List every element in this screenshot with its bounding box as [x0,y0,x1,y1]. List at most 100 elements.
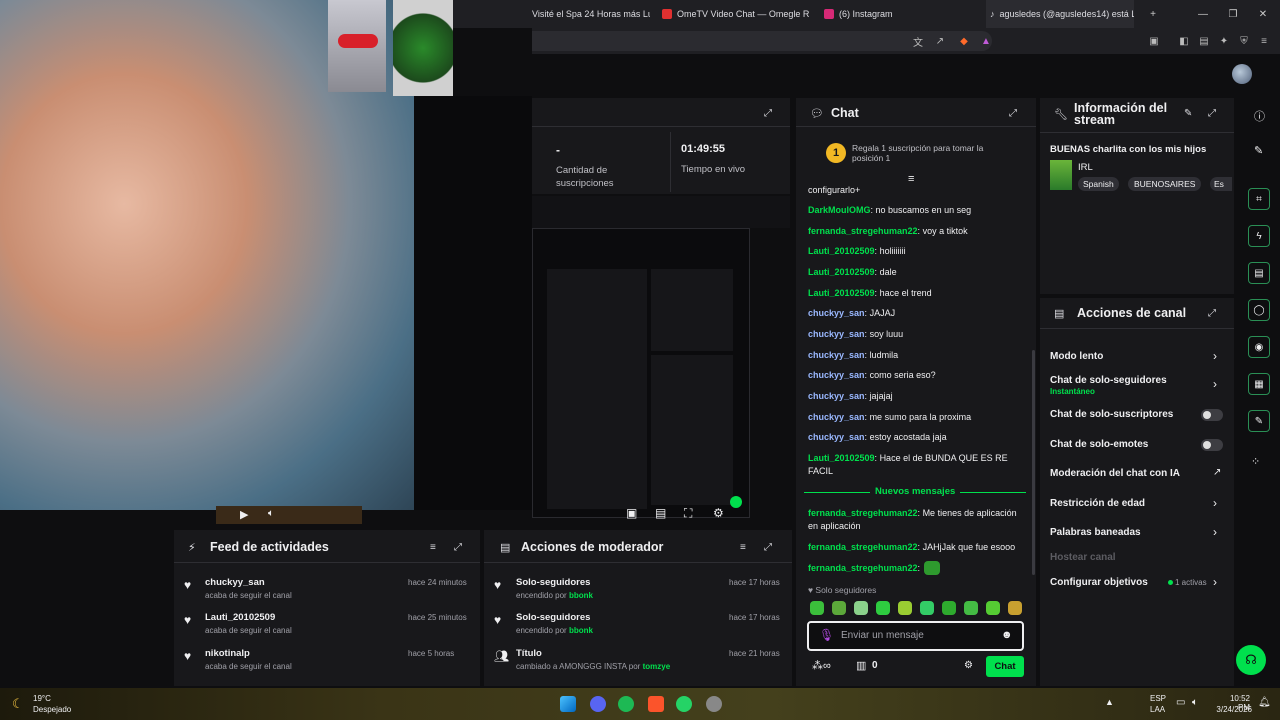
new-tab-button[interactable]: + [1138,0,1168,28]
close-window-button[interactable]: ✕ [1248,0,1278,28]
emote-icon[interactable] [986,601,1000,615]
microphone-icon[interactable]: 🎙︎ [819,628,834,642]
browser-tab-1[interactable]: Visité el Spa 24 Horas más Lujos [532,0,650,28]
emote-icon[interactable] [964,601,978,615]
channel-action-3[interactable]: Chat de solo-emotes [1050,439,1148,450]
rail-bolt-icon[interactable]: ϟ [1248,225,1270,247]
network-icon[interactable]: ▭ [1176,697,1185,708]
volume-icon[interactable]: 🔈︎ [268,508,274,519]
toggle-switch[interactable] [1201,439,1223,451]
rail-chat-icon[interactable]: ◯ [1248,299,1270,321]
emote-icon[interactable] [920,601,934,615]
popout-icon[interactable]: ⤢ [1208,308,1220,320]
browser-tab-instagram[interactable]: (6) Instagram [824,0,964,28]
volume-icon[interactable]: 🔈︎ [1192,697,1198,708]
windows-start-icon[interactable] [560,696,576,712]
channel-action-6[interactable]: Palabras baneadas [1050,527,1141,538]
wallet-icon[interactable]: ▤ [1196,33,1212,49]
weather-desc[interactable]: Despejado [33,705,71,714]
popout-icon[interactable]: ⤢ [764,542,776,554]
tag-chip[interactable]: Spanish [1078,177,1119,191]
feed-user[interactable]: Lauti_20102509 [205,612,275,623]
rail-layout-icon[interactable]: ▦ [1248,373,1270,395]
clip-icon[interactable]: ▤ [655,506,666,520]
browser-tab-active[interactable]: ♪ agusledes (@agusledes14) está LIVE [986,0,1134,28]
settings-icon[interactable]: ⚙ [713,506,724,520]
sidebar-toggle-icon[interactable]: ◧ [1176,33,1192,49]
feed-user[interactable]: nikotinalp [205,648,250,659]
emote-icon[interactable] [854,601,868,615]
emote-icon[interactable] [898,601,912,615]
channel-action-4[interactable]: Moderación del chat con IA [1050,468,1180,479]
reader-icon[interactable]: ▣ [1146,33,1162,49]
app-icon[interactable] [706,696,722,712]
emoji-icon[interactable]: ☻ [1001,629,1013,641]
emote-icon[interactable] [876,601,890,615]
share-icon[interactable]: ↗ [932,33,948,49]
rewards-icon[interactable]: ▲ [978,33,994,49]
brave-icon[interactable] [648,696,664,712]
info-icon[interactable]: ⓘ [1254,108,1265,124]
chat-scrollbar[interactable] [1032,350,1035,575]
edit-icon[interactable]: ✎ [1184,108,1196,120]
popout-icon[interactable]: ⤢ [764,108,776,120]
fullscreen-icon[interactable]: ⛶ [684,506,692,521]
category-thumbnail[interactable] [1050,160,1072,190]
rail-scan-icon[interactable]: ⌗ [1248,188,1270,210]
tag-chip[interactable]: BUENOSAIRES [1128,177,1202,191]
send-chat-button[interactable]: Chat [986,656,1024,677]
emote-icon[interactable] [942,601,956,615]
external-link-icon[interactable]: ↗ [1213,467,1221,478]
rail-wrench-icon[interactable]: ✎ [1248,410,1270,432]
tray-chevron-icon[interactable]: ▲ [1105,697,1114,707]
screenshot-icon[interactable]: ▣ [626,506,637,520]
play-icon[interactable]: ▶ [240,508,248,521]
chevron-right-icon[interactable]: › [1213,525,1217,539]
discord-icon[interactable] [590,696,606,712]
popout-icon[interactable]: ⤢ [454,542,466,554]
popout-icon[interactable]: ⤢ [1009,108,1021,120]
filter-icon[interactable]: ≡ [430,542,442,554]
rail-broadcast-icon[interactable]: ◉ [1248,336,1270,358]
category-name[interactable]: IRL [1078,162,1093,173]
chevron-right-icon[interactable]: › [1213,377,1217,391]
chevron-right-icon[interactable]: › [1213,496,1217,510]
popout-icon[interactable]: ⤢ [1208,108,1220,120]
store-icon[interactable]: ▥ [856,659,866,672]
avatar[interactable] [1232,64,1252,84]
leo-ai-icon[interactable]: ✦ [1216,33,1232,49]
spotify-icon[interactable] [618,696,634,712]
language-indicator-2[interactable]: LAA [1150,705,1165,714]
channel-action-0[interactable]: Modo lento [1050,351,1103,362]
chevron-right-icon[interactable]: › [1213,349,1217,363]
pencil-icon[interactable]: ✎ [1254,144,1263,157]
channel-action-1[interactable]: Chat de solo-seguidores [1050,375,1167,386]
help-headset-icon[interactable]: ☊ [1236,645,1266,675]
tag-chip[interactable]: Es [1210,177,1232,191]
feed-user[interactable]: chuckyy_san [205,577,265,588]
menu-icon[interactable]: ≡ [1256,33,1272,49]
chat-input[interactable]: 🎙︎ Enviar un mensaje ☻ [807,621,1024,651]
filter-icon[interactable]: ≡ [740,542,752,554]
minimize-button[interactable]: — [1188,0,1218,28]
more-icon[interactable]: ⁘ [1251,455,1260,468]
clock-date[interactable]: 3/24/2026 [1212,705,1252,714]
chevron-right-icon[interactable]: › [1213,575,1217,589]
channel-action-8[interactable]: Configurar objetivos [1050,577,1148,588]
emote-icon[interactable] [810,601,824,615]
translate-icon[interactable]: 文 [910,33,926,49]
vpn-icon[interactable]: ⛨ [1236,33,1252,49]
brave-shield-icon[interactable]: ◆ [956,33,972,49]
channel-action-2[interactable]: Chat de solo-suscriptores [1050,409,1173,420]
emote-icon[interactable] [832,601,846,615]
channel-action-5[interactable]: Restricción de edad [1050,498,1145,509]
emote-icon[interactable] [1008,601,1022,615]
chat-settings-icon[interactable]: ⚙ [964,660,973,671]
language-indicator[interactable]: ESP [1150,694,1166,703]
weather-temp[interactable]: 19°C [33,694,51,703]
notification-icon[interactable]: 🔔︎ [1258,697,1271,708]
infinity-icon[interactable]: ⁂∞ [812,659,831,672]
toggle-switch[interactable] [1201,409,1223,421]
rail-notes-icon[interactable]: ▤ [1248,262,1270,284]
browser-tab-ometv[interactable]: OmeTV Video Chat — Omegle R [662,0,810,28]
